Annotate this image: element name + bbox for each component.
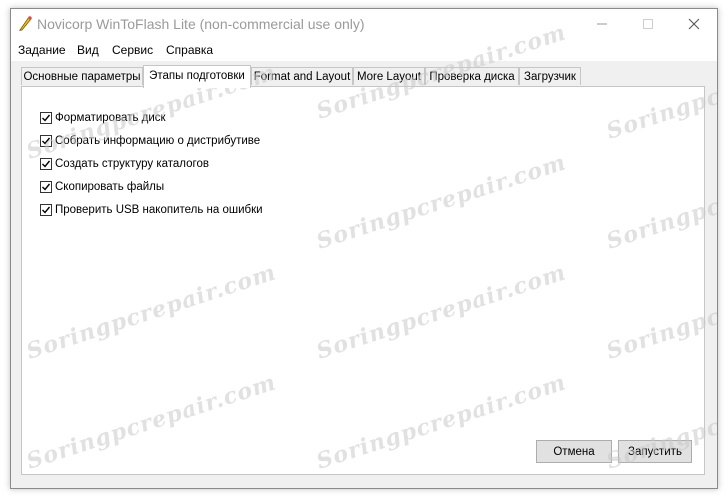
step-check-usb[interactable]: Проверить USB накопитель на ошибки [40,202,263,218]
step-label: Проверить USB накопитель на ошибки [55,204,263,216]
minimize-icon [597,23,607,25]
checkmark-icon [42,114,51,122]
tab-strip: Основные параметры Этапы подготовки Form… [21,65,711,88]
tab-panel-prep-stages: Форматировать диск Собрать информацию о … [21,86,705,475]
minimize-button[interactable] [579,9,625,39]
checkbox[interactable] [40,135,52,147]
app-window: Novicorp WinToFlash Lite (non-commercial… [10,8,718,489]
step-label: Создать структуру каталогов [55,158,209,170]
close-button[interactable] [671,9,717,39]
start-button[interactable]: Запустить [618,440,692,463]
checkmark-icon [42,137,51,145]
step-label: Форматировать диск [55,112,166,124]
tab-bootloader[interactable]: Загрузчик [519,67,581,85]
close-icon [688,18,700,30]
menu-service[interactable]: Сервис [112,43,153,57]
step-label: Собрать информацию о дистрибутиве [55,135,261,147]
menu-help[interactable]: Справка [166,43,213,57]
pencil-icon [16,15,34,33]
window-title: Novicorp WinToFlash Lite (non-commercial… [37,16,365,32]
checkbox[interactable] [40,181,52,193]
checkmark-icon [42,183,51,191]
checkmark-icon [42,206,51,214]
tab-format-layout[interactable]: Format and Layout [251,67,353,85]
step-collect-info[interactable]: Собрать информацию о дистрибутиве [40,133,260,149]
tab-more-layout[interactable]: More Layout [353,67,425,85]
step-create-dirs[interactable]: Создать структуру каталогов [40,156,209,172]
step-format-disk[interactable]: Форматировать диск [40,110,166,126]
step-copy-files[interactable]: Скопировать файлы [40,179,164,195]
step-label: Скопировать файлы [55,181,165,193]
checkmark-icon [42,160,51,168]
menu-task[interactable]: Задание [18,43,66,57]
tab-basic-params[interactable]: Основные параметры [21,67,143,85]
tab-disk-check[interactable]: Проверка диска [425,67,519,85]
maximize-button[interactable] [625,9,671,39]
menu-view[interactable]: Вид [77,43,99,57]
maximize-icon [643,19,653,29]
checkbox[interactable] [40,158,52,170]
checkbox[interactable] [40,112,52,124]
title-bar: Novicorp WinToFlash Lite (non-commercial… [11,9,717,39]
cancel-button[interactable]: Отмена [536,440,612,463]
menu-bar: Задание Вид Сервис Справка [11,39,717,61]
checkbox[interactable] [40,204,52,216]
tab-prep-stages[interactable]: Этапы подготовки [143,65,251,88]
